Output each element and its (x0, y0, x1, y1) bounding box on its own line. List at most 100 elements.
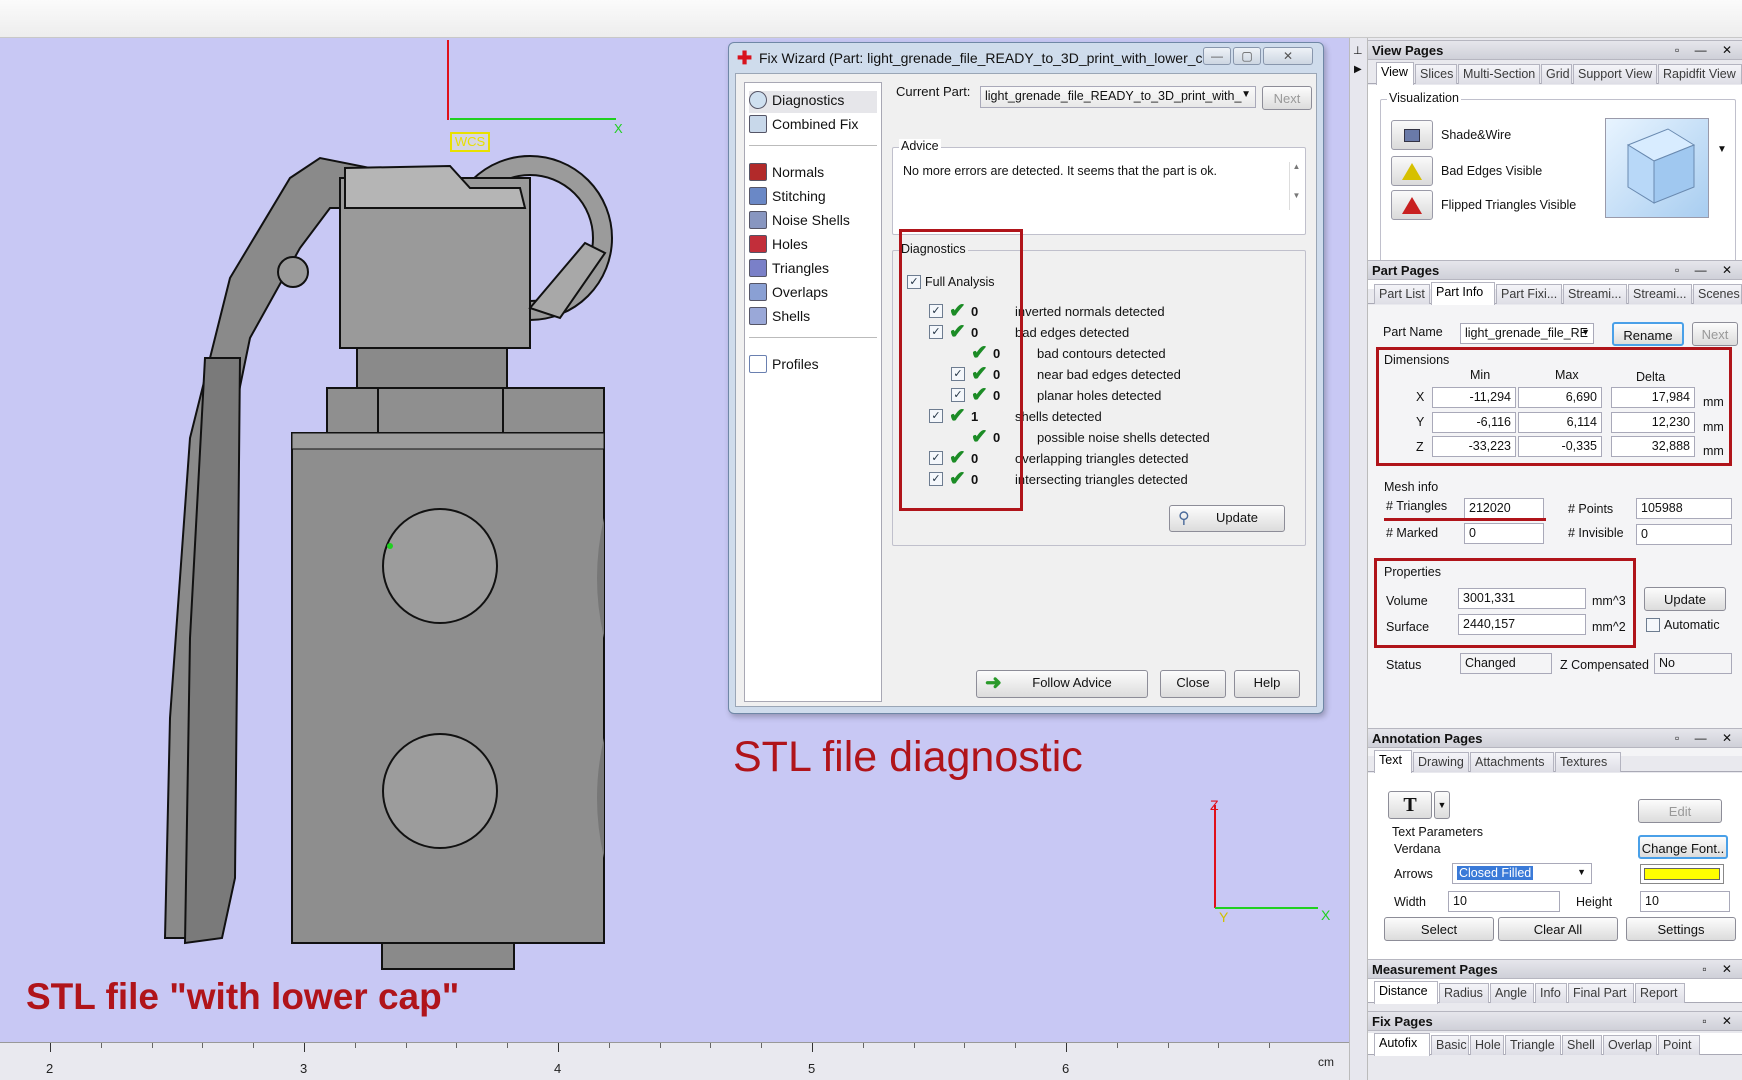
nav-item-overlaps[interactable]: Overlaps (749, 283, 828, 305)
nav-item-triangles[interactable]: Triangles (749, 259, 829, 281)
edit-button[interactable]: Edit (1638, 799, 1722, 823)
properties-update-button[interactable]: Update (1644, 587, 1726, 611)
text-tool-button[interactable]: T (1388, 791, 1432, 819)
nav-item-normals[interactable]: Normals (749, 163, 824, 185)
tab-distance[interactable]: Distance (1374, 981, 1438, 1004)
tab-part-fixing[interactable]: Part Fixi... (1496, 284, 1562, 304)
chevron-down-icon[interactable]: ▼ (1717, 144, 1727, 155)
select-button[interactable]: Select (1384, 917, 1494, 941)
fix-wizard-dialog[interactable]: ✚ Fix Wizard (Part: light_grenade_file_R… (728, 42, 1324, 714)
ruler-label: 3 (300, 1061, 308, 1076)
tab-grid[interactable]: Grid (1541, 64, 1572, 84)
tab-streamics-2[interactable]: Streami... (1628, 284, 1692, 304)
tab-shell[interactable]: Shell (1562, 1035, 1602, 1055)
automatic-checkbox[interactable] (1646, 618, 1660, 632)
check-icon: ✔ (949, 321, 966, 343)
tab-text[interactable]: Text (1374, 750, 1412, 773)
clear-all-button[interactable]: Clear All (1498, 917, 1618, 941)
diagnostic-checkbox[interactable]: ✓ (929, 472, 943, 486)
tab-attachments[interactable]: Attachments (1470, 752, 1554, 772)
diagnostic-checkbox[interactable]: ✓ (951, 367, 965, 381)
settings-button[interactable]: Settings (1626, 917, 1736, 941)
view-cube-icon[interactable] (1605, 118, 1709, 218)
panel-controls[interactable]: ▫ — ✕ (1675, 731, 1738, 745)
diagnostic-checkbox[interactable]: ✓ (929, 409, 943, 423)
follow-advice-button[interactable]: ➜ Follow Advice (976, 670, 1148, 698)
axis-y-label: Y (1219, 909, 1229, 925)
overlaps-icon (749, 283, 767, 301)
diagnostics-update-button[interactable]: ⚲ Update (1169, 505, 1285, 532)
diagnostic-checkbox[interactable]: ✓ (929, 451, 943, 465)
tab-rapidfit-view[interactable]: Rapidfit View (1658, 64, 1742, 84)
bad-edges-icon[interactable] (1391, 156, 1433, 186)
nav-item-stitching[interactable]: Stitching (749, 187, 826, 209)
part-next-button[interactable]: Next (1692, 322, 1738, 346)
tab-part-list[interactable]: Part List (1374, 284, 1430, 304)
caption-with-lower-cap: STL file "with lower cap" (26, 976, 460, 1017)
height-input[interactable]: 10 (1640, 891, 1730, 912)
part-name-select[interactable]: light_grenade_file_RE ▼ (1460, 323, 1594, 344)
pin-icon[interactable]: ⊥ (1353, 44, 1363, 57)
diagnostic-row: ✓ ✔ 0 near bad edges detected (893, 364, 1303, 386)
nav-item-profiles[interactable]: Profiles (749, 355, 819, 377)
tab-streamics-1[interactable]: Streami... (1563, 284, 1627, 304)
dim-x-delta: 17,984 (1611, 387, 1695, 408)
tab-angle[interactable]: Angle (1490, 983, 1534, 1003)
combined-fix-icon (749, 115, 767, 133)
nav-item-combined-fix[interactable]: Combined Fix (749, 115, 858, 137)
fix-wizard-body: Diagnostics Combined Fix Normals Stitchi… (735, 73, 1317, 707)
arrow-icon[interactable]: ▶ (1354, 64, 1362, 75)
next-button[interactable]: Next (1262, 86, 1312, 110)
tab-overlap[interactable]: Overlap (1603, 1035, 1657, 1055)
diagnostic-checkbox[interactable]: ✓ (929, 304, 943, 318)
arrows-select[interactable]: Closed Filled ▼ (1452, 863, 1592, 884)
help-button[interactable]: Help (1234, 670, 1300, 698)
tab-scenes[interactable]: Scenes (1693, 284, 1742, 304)
width-input[interactable]: 10 (1448, 891, 1560, 912)
shade-wire-icon[interactable] (1391, 120, 1433, 150)
tab-radius[interactable]: Radius (1439, 983, 1489, 1003)
tab-slices[interactable]: Slices (1415, 64, 1457, 84)
invisible-label: # Invisible (1568, 526, 1624, 540)
tab-final-part[interactable]: Final Part (1568, 983, 1634, 1003)
close-window-button[interactable]: ✕ (1263, 47, 1313, 65)
panel-controls[interactable]: ▫ ✕ (1702, 962, 1738, 976)
tab-basic[interactable]: Basic (1431, 1035, 1469, 1055)
change-font-button[interactable]: Change Font.. (1638, 835, 1728, 859)
nav-item-noise-shells[interactable]: Noise Shells (749, 211, 850, 233)
tab-point[interactable]: Point (1658, 1035, 1700, 1055)
full-analysis-checkbox[interactable]: ✓ (907, 275, 921, 289)
panel-gutter[interactable]: ⊥ ▶ (1349, 38, 1368, 1080)
flipped-triangles-icon[interactable] (1391, 190, 1433, 220)
panel-controls[interactable]: ▫ ✕ (1702, 1014, 1738, 1028)
nav-item-shells[interactable]: Shells (749, 307, 810, 329)
diagnostic-text: planar holes detected (1037, 388, 1162, 403)
tab-view[interactable]: View (1376, 62, 1414, 85)
diagnostic-checkbox[interactable]: ✓ (929, 325, 943, 339)
annotation-color-swatch[interactable] (1640, 864, 1724, 884)
nav-item-holes[interactable]: Holes (749, 235, 808, 257)
text-tool-dropdown[interactable]: ▼ (1434, 791, 1450, 819)
tab-drawing[interactable]: Drawing (1413, 752, 1469, 772)
tab-hole[interactable]: Hole (1470, 1035, 1504, 1055)
rename-button[interactable]: Rename (1612, 322, 1684, 346)
tab-report[interactable]: Report (1635, 983, 1685, 1003)
advice-group: Advice No more errors are detected. It s… (892, 139, 1306, 235)
panel-controls[interactable]: ▫ — ✕ (1675, 43, 1738, 57)
nav-item-diagnostics[interactable]: Diagnostics (749, 91, 877, 113)
tab-info[interactable]: Info (1535, 983, 1567, 1003)
minimize-button[interactable]: — (1203, 47, 1231, 65)
close-button[interactable]: Close (1160, 670, 1226, 698)
maximize-button[interactable]: ▢ (1233, 47, 1261, 65)
tab-support-view[interactable]: Support View (1573, 64, 1657, 84)
triangles-underline (1384, 518, 1546, 521)
tab-textures[interactable]: Textures (1555, 752, 1621, 772)
advice-scrollbar[interactable]: ▲ ▼ (1289, 162, 1303, 210)
tab-autofix[interactable]: Autofix (1374, 1033, 1430, 1056)
panel-controls[interactable]: ▫ — ✕ (1675, 263, 1738, 277)
tab-triangle[interactable]: Triangle (1505, 1035, 1561, 1055)
diagnostic-checkbox[interactable]: ✓ (951, 388, 965, 402)
tab-multi-section[interactable]: Multi-Section (1458, 64, 1540, 84)
current-part-select[interactable]: light_grenade_file_READY_to_3D_print_wit… (980, 86, 1256, 108)
tab-part-info[interactable]: Part Info (1431, 282, 1495, 305)
